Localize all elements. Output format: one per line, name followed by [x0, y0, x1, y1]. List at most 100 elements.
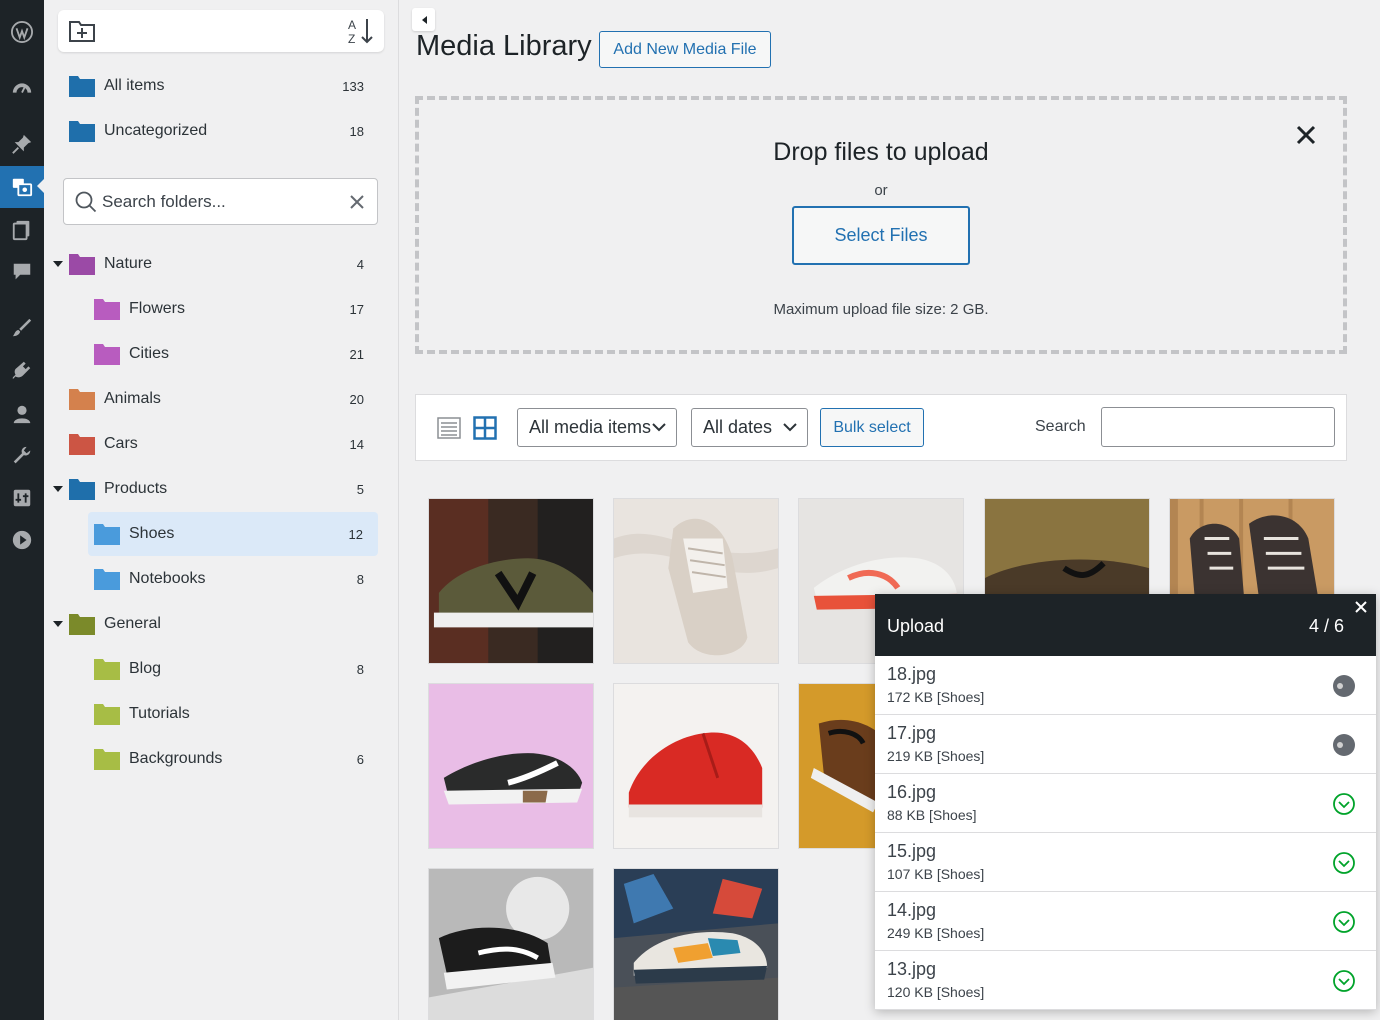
max-upload-size: Maximum upload file size: 2 GB. — [773, 301, 989, 318]
media-thumbnail[interactable] — [613, 683, 779, 849]
upload-dropzone[interactable]: Drop files to upload or Select Files Max… — [415, 96, 1347, 354]
media-thumbnail[interactable] — [613, 868, 779, 1020]
upload-filename: 17.jpg — [887, 723, 937, 743]
folder-icon — [94, 659, 120, 680]
folder-count: 133 — [342, 78, 364, 94]
upload-filesize: 249 KB [Shoes] — [887, 925, 985, 941]
settings-icon[interactable] — [0, 478, 44, 518]
folder-label: Cities — [129, 345, 170, 362]
plugins-icon[interactable] — [0, 350, 44, 390]
dropzone-or: or — [874, 182, 888, 199]
caret-down-icon[interactable] — [52, 258, 64, 270]
folder-count: 12 — [348, 526, 363, 542]
tools-icon[interactable] — [0, 436, 44, 476]
folder-count: 5 — [356, 481, 364, 497]
add-new-media-button[interactable]: Add New Media File — [599, 31, 771, 68]
list-view-icon[interactable] — [437, 416, 461, 440]
upload-filesize: 172 KB [Shoes] — [887, 689, 985, 705]
folder-count: 4 — [356, 256, 364, 272]
folder-search-box — [63, 178, 378, 225]
grid-view-icon[interactable] — [473, 416, 497, 440]
caret-left-icon — [421, 15, 427, 24]
folder-icon — [69, 479, 95, 500]
media-search-input[interactable] — [1101, 407, 1335, 447]
media-thumbnail[interactable] — [428, 683, 594, 849]
folder-products[interactable]: Products 5 — [44, 467, 384, 511]
close-icon[interactable] — [1354, 600, 1368, 614]
folder-label: Cars — [104, 435, 138, 452]
folder-all-items[interactable]: All items 133 — [44, 64, 384, 108]
media-thumbnail[interactable] — [613, 498, 779, 664]
folder-backgrounds[interactable]: Backgrounds 6 — [44, 737, 384, 781]
folder-shoes[interactable]: Shoes 12 — [88, 512, 378, 556]
upload-item: 16.jpg 88 KB [Shoes] — [875, 774, 1376, 833]
appearance-icon[interactable] — [0, 308, 44, 348]
upload-item: 15.jpg 107 KB [Shoes] — [875, 833, 1376, 892]
bulk-select-button[interactable]: Bulk select — [820, 408, 924, 447]
folder-label: All items — [104, 77, 165, 94]
folder-count: 20 — [349, 391, 364, 407]
folder-animals[interactable]: Animals 20 — [44, 377, 384, 421]
pages-icon[interactable] — [0, 210, 44, 250]
folder-count: 17 — [349, 301, 364, 317]
dropzone-title: Drop files to upload — [773, 138, 989, 166]
caret-down-icon[interactable] — [52, 618, 64, 630]
media-thumbnail[interactable] — [428, 498, 594, 664]
folder-tutorials[interactable]: Tutorials — [44, 692, 384, 736]
folder-panel: A Z All items 133 Uncategorized 18 Natur… — [44, 0, 399, 1020]
upload-filename: 13.jpg — [887, 959, 937, 979]
media-thumbnail[interactable] — [428, 868, 594, 1020]
media-type-selected: All media items — [529, 417, 652, 437]
folder-label: Shoes — [129, 525, 175, 542]
folder-search-input[interactable] — [102, 187, 342, 217]
folder-icon — [94, 344, 120, 365]
clear-search-icon[interactable] — [349, 194, 365, 210]
folder-icon — [94, 704, 120, 725]
folder-icon — [94, 299, 120, 320]
check-circle-icon — [1333, 852, 1355, 874]
users-icon[interactable] — [0, 394, 44, 434]
folder-count: 14 — [349, 436, 364, 452]
folder-count: 8 — [356, 661, 364, 677]
caret-down-icon[interactable] — [52, 483, 64, 495]
upload-filename: 15.jpg — [887, 841, 937, 861]
collapse-panel-button[interactable] — [412, 8, 435, 31]
folder-count: 8 — [356, 571, 364, 587]
upload-item: 13.jpg 120 KB [Shoes] — [875, 951, 1376, 1010]
pin-icon[interactable] — [0, 124, 44, 164]
upload-filesize: 88 KB [Shoes] — [887, 807, 977, 823]
folder-label: Notebooks — [129, 570, 206, 587]
folder-icon — [69, 76, 95, 97]
folder-label: Blog — [129, 660, 162, 677]
upload-filesize: 120 KB [Shoes] — [887, 984, 985, 1000]
new-folder-icon[interactable] — [68, 18, 96, 44]
upload-title: Upload — [887, 616, 945, 636]
folder-cars[interactable]: Cars 14 — [44, 422, 384, 466]
upload-item: 17.jpg 219 KB [Shoes] — [875, 715, 1376, 774]
folder-icon — [94, 569, 120, 590]
folder-flowers[interactable]: Flowers 17 — [44, 287, 384, 331]
date-select[interactable]: All dates — [691, 408, 808, 447]
play-icon[interactable] — [0, 520, 44, 560]
upload-count: 4 / 6 — [1308, 616, 1344, 636]
dashboard-icon[interactable] — [0, 68, 44, 108]
folder-uncategorized[interactable]: Uncategorized 18 — [44, 109, 384, 153]
media-type-select[interactable]: All media items — [517, 408, 677, 447]
folder-general[interactable]: General — [44, 602, 384, 646]
upload-filename: 16.jpg — [887, 782, 937, 802]
folder-label: Backgrounds — [129, 750, 223, 767]
comments-icon[interactable] — [0, 252, 44, 292]
sort-az-icon[interactable]: A Z — [346, 16, 376, 46]
wordpress-logo-icon[interactable] — [0, 12, 44, 52]
folder-blog[interactable]: Blog 8 — [44, 647, 384, 691]
svg-text:A: A — [348, 18, 356, 32]
media-icon[interactable] — [0, 166, 44, 208]
chevron-down-icon — [783, 423, 797, 432]
folder-label: General — [104, 615, 161, 632]
folder-cities[interactable]: Cities 21 — [44, 332, 384, 376]
select-files-button[interactable]: Select Files — [792, 206, 970, 265]
folder-notebooks[interactable]: Notebooks 8 — [44, 557, 384, 601]
folder-nature[interactable]: Nature 4 — [44, 242, 384, 286]
folder-icon — [69, 434, 95, 455]
folder-count: 18 — [349, 123, 364, 139]
